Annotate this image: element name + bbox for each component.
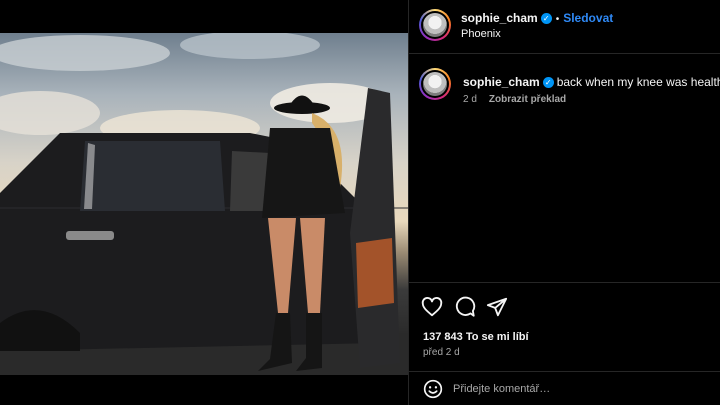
post-photo [0,33,408,375]
post-side-panel: sophie_cham ✓ • Sledovat Phoenix sophie_cha… [408,0,720,405]
translate-button[interactable]: Zobrazit překlad [489,94,566,105]
verified-badge-icon: ✓ [542,77,554,89]
follow-button[interactable]: Sledovat [563,11,613,25]
separator-dot: • [555,14,560,25]
verified-badge-icon: ✓ [540,13,552,25]
caption-body: back when my knee was healthy [556,75,720,89]
author-username[interactable]: sophie_cham [461,11,538,25]
comment-icon[interactable] [454,296,476,318]
author-avatar[interactable] [419,9,451,41]
post-timestamp: před 2 d [423,347,460,358]
like-count[interactable]: 137 843 To se mi líbí [423,331,529,343]
share-icon[interactable] [486,296,508,318]
caption-text-line: sophie_cham ✓ back when my knee was health… [463,75,720,89]
caption-avatar[interactable] [419,68,451,100]
heart-icon[interactable] [421,296,443,318]
post-media[interactable] [0,0,408,405]
photo-illustration [0,33,408,375]
comment-bar [409,371,720,403]
post-header: sophie_cham ✓ • Sledovat Phoenix [409,0,720,54]
caption-meta: 2 d Zobrazit překlad [463,94,566,105]
caption-username[interactable]: sophie_cham [463,75,540,89]
header-author-line: sophie_cham ✓ • Sledovat [461,11,613,25]
post-location[interactable]: Phoenix [461,28,501,40]
caption-age: 2 d [463,94,477,105]
comment-input[interactable] [453,379,703,399]
emoji-icon[interactable] [423,379,443,399]
post-actions: 137 843 To se mi líbí před 2 d [409,282,720,402]
